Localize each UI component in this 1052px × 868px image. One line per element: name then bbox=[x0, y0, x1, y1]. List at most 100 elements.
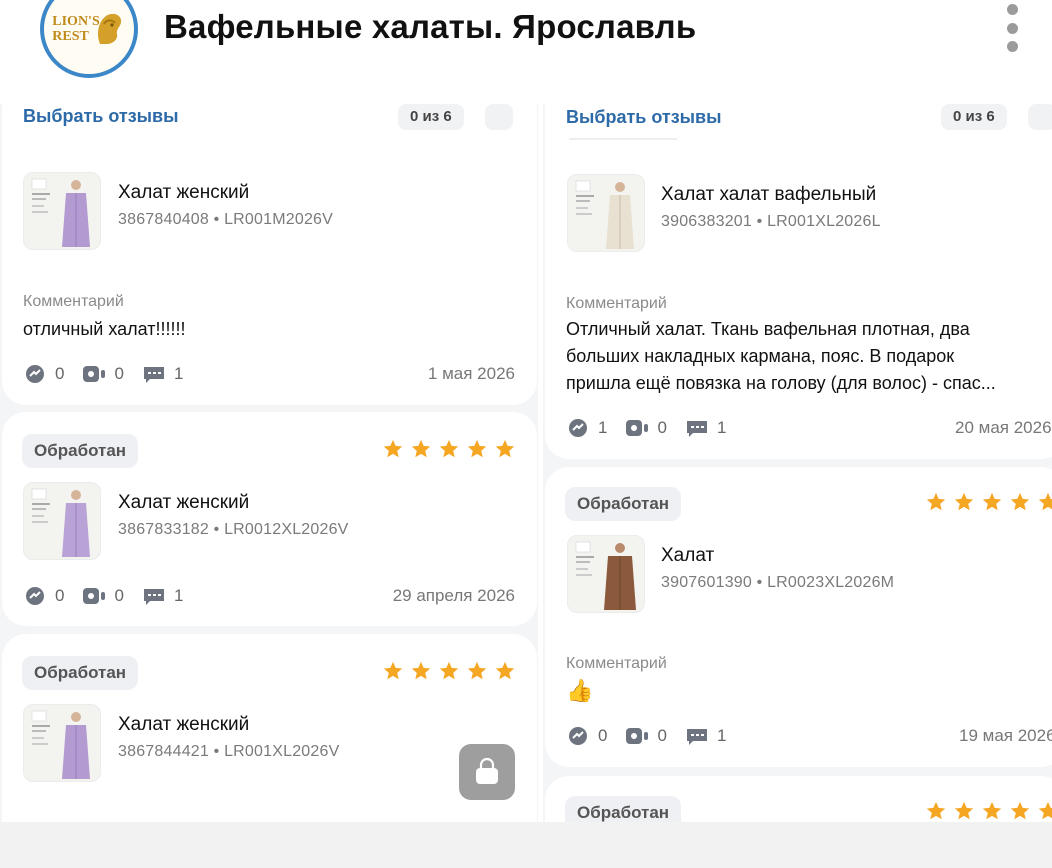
star-icon bbox=[982, 492, 1002, 511]
star-icon bbox=[411, 439, 431, 458]
rating-stars bbox=[925, 800, 1052, 822]
star-icon bbox=[439, 661, 459, 680]
app-header: LION'S REST Вафельные халаты. Ярославль bbox=[0, 0, 1052, 104]
reviews-column-right: Выбрать отзывы 0 из 6 Халат халат вафель… bbox=[543, 104, 1052, 822]
video-icon[interactable] bbox=[625, 418, 649, 438]
dislike-icon[interactable] bbox=[566, 418, 590, 438]
page-title: Вафельные халаты. Ярославль bbox=[164, 8, 697, 45]
status-badge: Обработан bbox=[22, 434, 139, 468]
comment-count: 1 bbox=[716, 418, 727, 437]
review-card[interactable]: Обработан Халат женский 3867833182 • LR0… bbox=[2, 412, 537, 626]
star-icon bbox=[954, 492, 974, 511]
comment-count: 1 bbox=[173, 364, 184, 383]
select-all-checkbox[interactable] bbox=[1028, 104, 1052, 130]
product-meta: 3907601390 • LR0023XL2026M bbox=[661, 574, 895, 591]
product-name[interactable]: Халат женский bbox=[118, 182, 249, 204]
product-name[interactable]: Халат халат вафельный bbox=[661, 184, 876, 206]
product-thumbnail[interactable] bbox=[567, 174, 645, 252]
video-count: 0 bbox=[114, 586, 124, 605]
robe-image bbox=[31, 710, 90, 779]
robe-image bbox=[575, 541, 636, 610]
product-meta: 3867844421 • LR001XL2026V bbox=[118, 743, 340, 760]
comment-count: 1 bbox=[173, 586, 184, 605]
star-icon bbox=[926, 492, 946, 511]
dislike-count: 0 bbox=[598, 726, 608, 745]
dislike-count: 0 bbox=[55, 364, 65, 383]
comment-icon[interactable] bbox=[142, 586, 166, 606]
comment-icon[interactable] bbox=[142, 364, 166, 384]
video-icon[interactable] bbox=[82, 586, 106, 606]
review-card[interactable]: Обработан Халат 3907601390 • LR0023XL202… bbox=[545, 467, 1052, 767]
brand-logo[interactable]: LION'S REST bbox=[40, 0, 138, 78]
comment-icon[interactable] bbox=[685, 726, 709, 746]
comment-label: Комментарий bbox=[566, 655, 667, 672]
star-icon bbox=[495, 661, 515, 680]
review-date: 1 мая 2026 bbox=[427, 364, 515, 383]
comment-text: Отличный халат. Ткань вафельная плотная,… bbox=[566, 319, 996, 393]
video-icon[interactable] bbox=[82, 364, 106, 384]
kebab-menu-icon[interactable] bbox=[998, 4, 1026, 52]
video-count: 0 bbox=[114, 364, 124, 383]
robe-image bbox=[31, 178, 90, 247]
video-count: 0 bbox=[657, 418, 667, 437]
comment-label: Комментарий bbox=[23, 293, 124, 310]
product-name[interactable]: Халат женский bbox=[118, 714, 249, 736]
divider-line bbox=[569, 138, 677, 140]
select-all-checkbox[interactable] bbox=[485, 104, 513, 130]
logo-text: LION'S REST bbox=[52, 14, 100, 44]
product-thumbnail[interactable] bbox=[23, 172, 101, 250]
robe-image bbox=[31, 488, 90, 557]
star-icon bbox=[383, 439, 403, 458]
product-name[interactable]: Халат bbox=[661, 545, 714, 567]
review-card[interactable]: Обработан bbox=[545, 776, 1052, 822]
star-icon bbox=[1038, 492, 1052, 511]
dislike-count: 1 bbox=[598, 418, 608, 437]
review-stats: 0 0 1 bbox=[566, 726, 744, 746]
star-icon bbox=[954, 801, 974, 820]
product-thumbnail[interactable] bbox=[23, 482, 101, 560]
dislike-icon[interactable] bbox=[23, 364, 47, 384]
product-thumbnail[interactable] bbox=[23, 704, 101, 782]
rating-stars bbox=[382, 660, 522, 682]
product-name[interactable]: Халат женский bbox=[118, 492, 249, 514]
star-icon bbox=[926, 801, 946, 820]
robe-image bbox=[575, 180, 634, 249]
selection-counter: 0 из 6 bbox=[941, 104, 1007, 130]
review-date: 20 мая 2026 bbox=[955, 418, 1052, 437]
comment-text: отличный халат!!!!!! bbox=[23, 319, 186, 339]
star-icon bbox=[495, 439, 515, 458]
status-badge: Обработан bbox=[565, 796, 682, 822]
star-icon bbox=[467, 661, 487, 680]
shopping-bag-icon bbox=[476, 757, 498, 784]
video-count: 0 bbox=[657, 726, 667, 745]
video-icon[interactable] bbox=[625, 726, 649, 746]
select-reviews-link[interactable]: Выбрать отзывы bbox=[23, 106, 179, 127]
comment-icon[interactable] bbox=[685, 418, 709, 438]
review-card[interactable]: Выбрать отзывы 0 из 6 Халат женский 3867… bbox=[2, 104, 537, 405]
star-icon bbox=[982, 801, 1002, 820]
product-meta: 3867833182 • LR0012XL2026V bbox=[118, 521, 349, 538]
reviews-column-left: Выбрать отзывы 0 из 6 Халат женский 3867… bbox=[0, 104, 538, 822]
cart-fab-button[interactable] bbox=[459, 744, 515, 800]
star-icon bbox=[1010, 492, 1030, 511]
select-reviews-link[interactable]: Выбрать отзывы bbox=[566, 107, 722, 128]
dislike-count: 0 bbox=[55, 586, 65, 605]
selection-counter: 0 из 6 bbox=[398, 104, 464, 130]
star-icon bbox=[439, 439, 459, 458]
comment-emoji: 👍 bbox=[566, 678, 594, 703]
dislike-icon[interactable] bbox=[23, 586, 47, 606]
product-meta: 3867840408 • LR001M2026V bbox=[118, 211, 334, 228]
product-meta: 3906383201 • LR001XL2026L bbox=[661, 213, 881, 230]
dislike-icon[interactable] bbox=[566, 726, 590, 746]
review-stats: 1 0 1 bbox=[566, 418, 744, 438]
comment-count: 1 bbox=[716, 726, 727, 745]
status-badge: Обработан bbox=[565, 487, 682, 521]
status-badge: Обработан bbox=[22, 656, 139, 690]
review-date: 29 апреля 2026 bbox=[392, 586, 515, 605]
bottom-bar bbox=[0, 822, 1052, 868]
review-date: 19 мая 2026 bbox=[959, 726, 1052, 745]
review-card[interactable]: Выбрать отзывы 0 из 6 Халат халат вафель… bbox=[545, 104, 1052, 459]
product-thumbnail[interactable] bbox=[567, 535, 645, 613]
review-card[interactable]: Обработан Халат женский 3867844421 • LR0… bbox=[2, 634, 537, 822]
star-icon bbox=[1010, 801, 1030, 820]
